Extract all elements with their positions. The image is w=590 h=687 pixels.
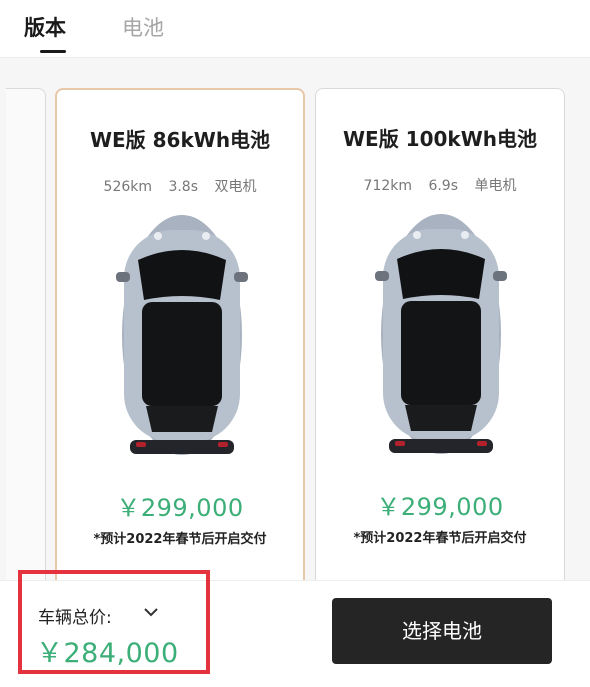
tab-version[interactable]: 版本 (24, 14, 66, 42)
battery-card-100kwh[interactable]: WE版 100kWh电池 712km 6.9s 单电机 ￥299,000 *预计… (315, 88, 565, 580)
total-price-highlight (18, 570, 210, 674)
card-price: ￥299,000 (116, 494, 244, 522)
spec-acceleration: 3.8s (168, 179, 199, 195)
card-delivery-note: *预计2022年春节后开启交付 (93, 532, 267, 547)
spec-motor: 双电机 (214, 179, 257, 195)
car-top-view-image (375, 214, 507, 454)
tab-battery[interactable]: 电池 (122, 14, 164, 42)
battery-card-86kwh[interactable]: WE版 86kWh电池 526km 3.8s 双电机 ￥299,000 *预计2… (55, 88, 305, 580)
tab-bar: 版本 电池 (0, 0, 590, 58)
spec-range: 526km (103, 179, 152, 195)
card-specs: 712km 6.9s 单电机 (316, 175, 564, 195)
card-specs: 526km 3.8s 双电机 (57, 176, 303, 196)
card-title: WE版 86kWh电池 (89, 128, 271, 152)
card-delivery-note: *预计2022年春节后开启交付 (353, 531, 527, 546)
card-title: WE版 100kWh电池 (342, 127, 538, 151)
tab-active-indicator (40, 50, 66, 53)
spec-range: 712km (363, 178, 412, 194)
car-top-view-image (116, 215, 248, 455)
select-battery-button[interactable]: 选择电池 (332, 598, 552, 664)
previous-card-edge[interactable] (6, 88, 46, 580)
card-price: ￥299,000 (376, 493, 504, 521)
spec-motor: 单电机 (474, 178, 517, 194)
battery-card-carousel[interactable]: WE版 86kWh电池 526km 3.8s 双电机 ￥299,000 *预计2… (0, 58, 590, 580)
spec-acceleration: 6.9s (428, 178, 459, 194)
